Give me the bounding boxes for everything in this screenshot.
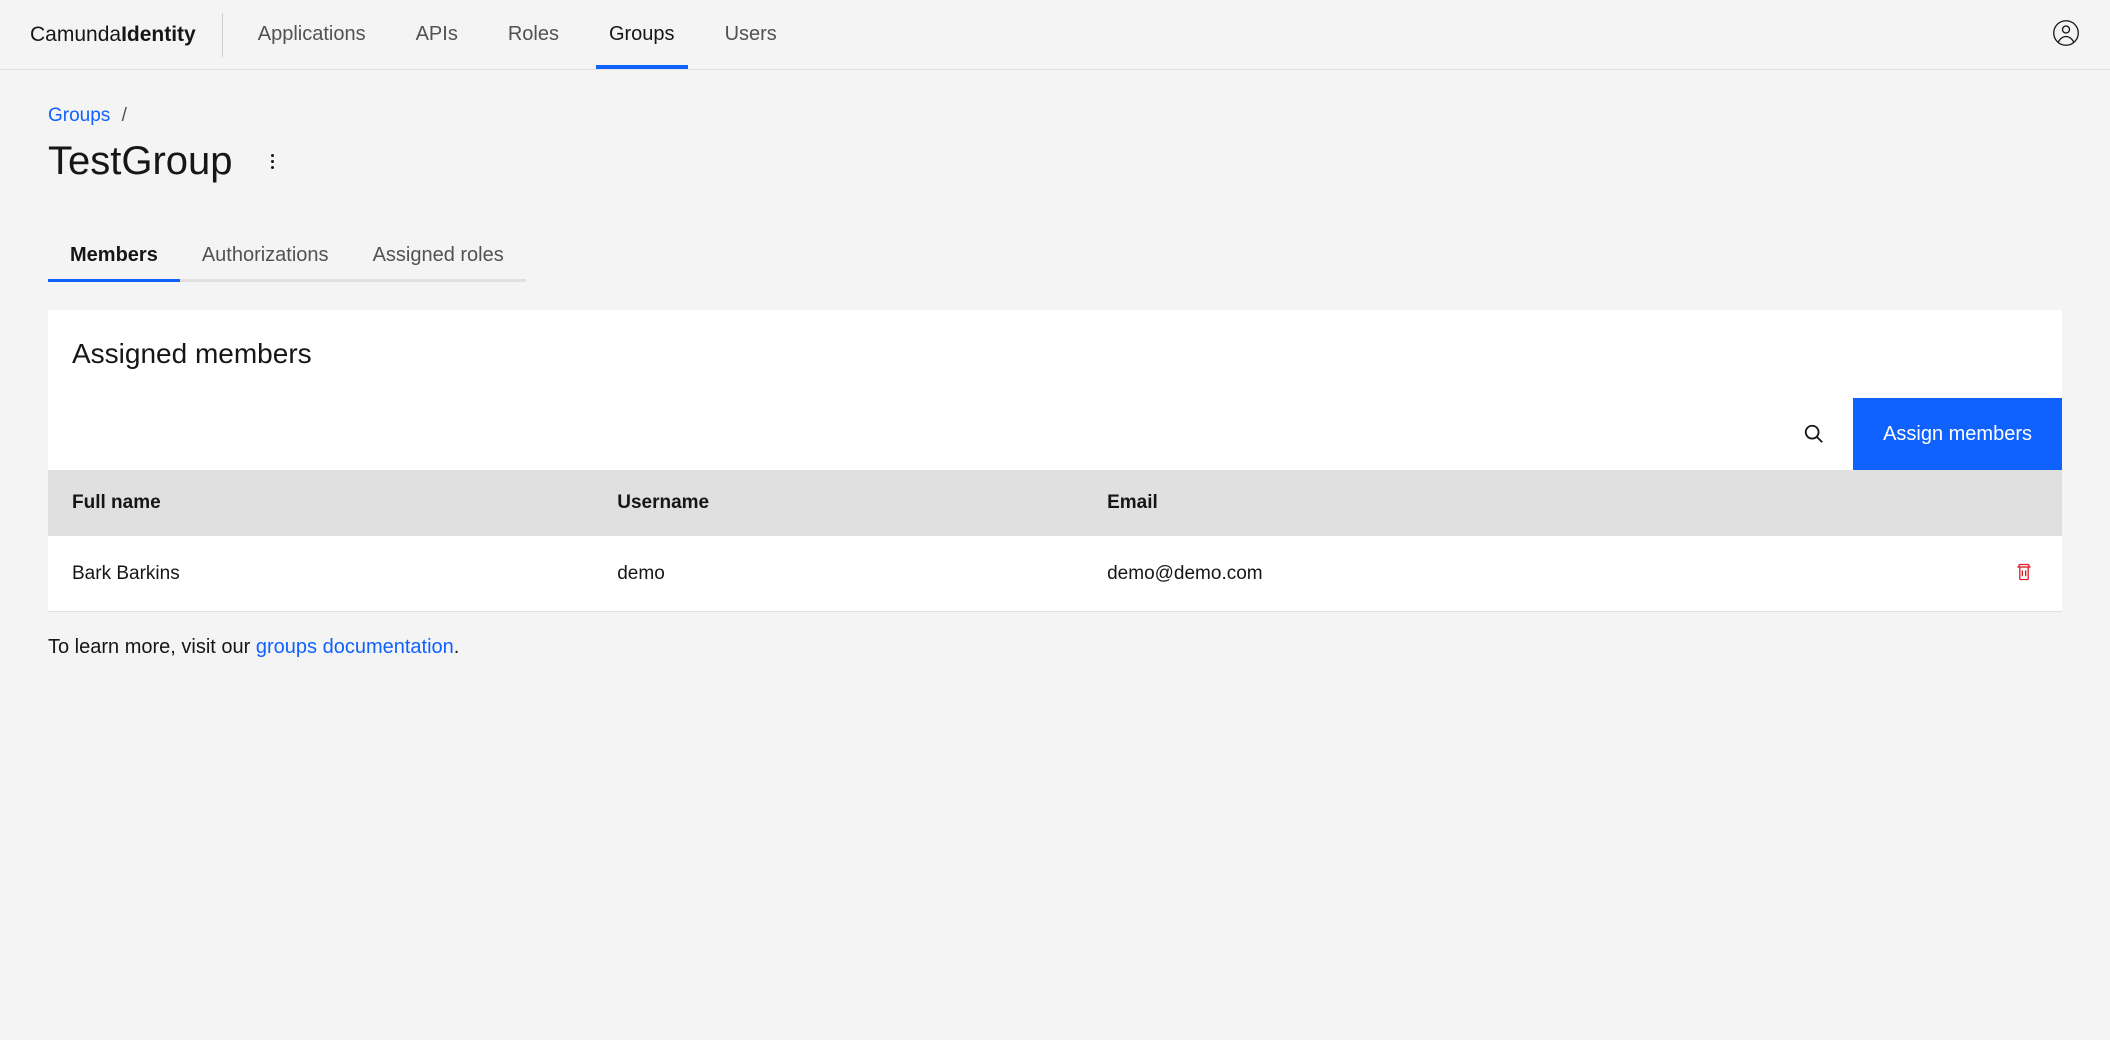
- nav-label: Groups: [609, 23, 675, 46]
- user-menu[interactable]: [2052, 19, 2080, 50]
- nav-label: Roles: [508, 23, 559, 46]
- cell-username: demo: [593, 536, 1083, 612]
- header-left: Camunda Identity Applications APIs Roles…: [30, 0, 802, 69]
- search-icon: [1803, 423, 1825, 445]
- nav-apis[interactable]: APIs: [391, 0, 483, 69]
- kebab-dot-icon: [271, 166, 274, 169]
- main-header: Camunda Identity Applications APIs Roles…: [0, 0, 2110, 70]
- brand-prefix: Camunda: [30, 23, 121, 47]
- title-row: TestGroup: [48, 139, 2062, 184]
- user-avatar-icon: [2052, 19, 2080, 47]
- kebab-dot-icon: [271, 154, 274, 157]
- search-button[interactable]: [1795, 415, 1833, 453]
- tab-members[interactable]: Members: [48, 232, 180, 282]
- breadcrumb-separator: /: [122, 105, 127, 126]
- column-username[interactable]: Username: [593, 470, 1083, 536]
- nav-users[interactable]: Users: [700, 0, 802, 69]
- footer-help-text: To learn more, visit our groups document…: [48, 636, 2062, 659]
- tab-label: Authorizations: [202, 244, 329, 266]
- cell-full-name: Bark Barkins: [48, 536, 593, 612]
- tab-assigned-roles[interactable]: Assigned roles: [351, 232, 526, 282]
- column-actions: [1796, 470, 2062, 536]
- page-title: TestGroup: [48, 139, 233, 184]
- members-table: Full name Username Email Bark Barkins de…: [48, 470, 2062, 612]
- nav-label: Users: [725, 23, 777, 46]
- assign-members-button[interactable]: Assign members: [1853, 398, 2062, 470]
- nav-label: APIs: [416, 23, 458, 46]
- column-full-name[interactable]: Full name: [48, 470, 593, 536]
- table-row: Bark Barkins demo demo@demo.com: [48, 536, 2062, 612]
- cell-actions: [1796, 536, 2062, 612]
- kebab-dot-icon: [271, 160, 274, 163]
- table-header-row: Full name Username Email: [48, 470, 2062, 536]
- column-email[interactable]: Email: [1083, 470, 1796, 536]
- breadcrumb: Groups /: [48, 105, 2062, 127]
- nav-groups[interactable]: Groups: [584, 0, 700, 69]
- primary-nav: Applications APIs Roles Groups Users: [233, 0, 802, 69]
- delete-member-button[interactable]: [2010, 558, 2038, 589]
- nav-roles[interactable]: Roles: [483, 0, 584, 69]
- tab-label: Members: [70, 244, 158, 266]
- trash-icon: [2014, 562, 2034, 582]
- detail-tabs: Members Authorizations Assigned roles: [48, 232, 2062, 282]
- groups-documentation-link[interactable]: groups documentation: [256, 636, 454, 658]
- brand-logo[interactable]: Camunda Identity: [30, 13, 223, 57]
- footer-suffix: .: [454, 636, 460, 658]
- tab-authorizations[interactable]: Authorizations: [180, 232, 351, 282]
- breadcrumb-groups-link[interactable]: Groups: [48, 105, 110, 126]
- nav-applications[interactable]: Applications: [233, 0, 391, 69]
- members-card: Assigned members Assign members Full nam…: [48, 310, 2062, 612]
- footer-prefix: To learn more, visit our: [48, 636, 256, 658]
- tab-label: Assigned roles: [373, 244, 504, 266]
- brand-bold: Identity: [121, 23, 196, 47]
- cell-email: demo@demo.com: [1083, 536, 1796, 612]
- kebab-menu-button[interactable]: [267, 150, 278, 173]
- main-content: Groups / TestGroup Members Authorization…: [0, 70, 2110, 694]
- card-toolbar: Assign members: [48, 398, 2062, 470]
- card-title: Assigned members: [48, 310, 2062, 398]
- nav-label: Applications: [258, 23, 366, 46]
